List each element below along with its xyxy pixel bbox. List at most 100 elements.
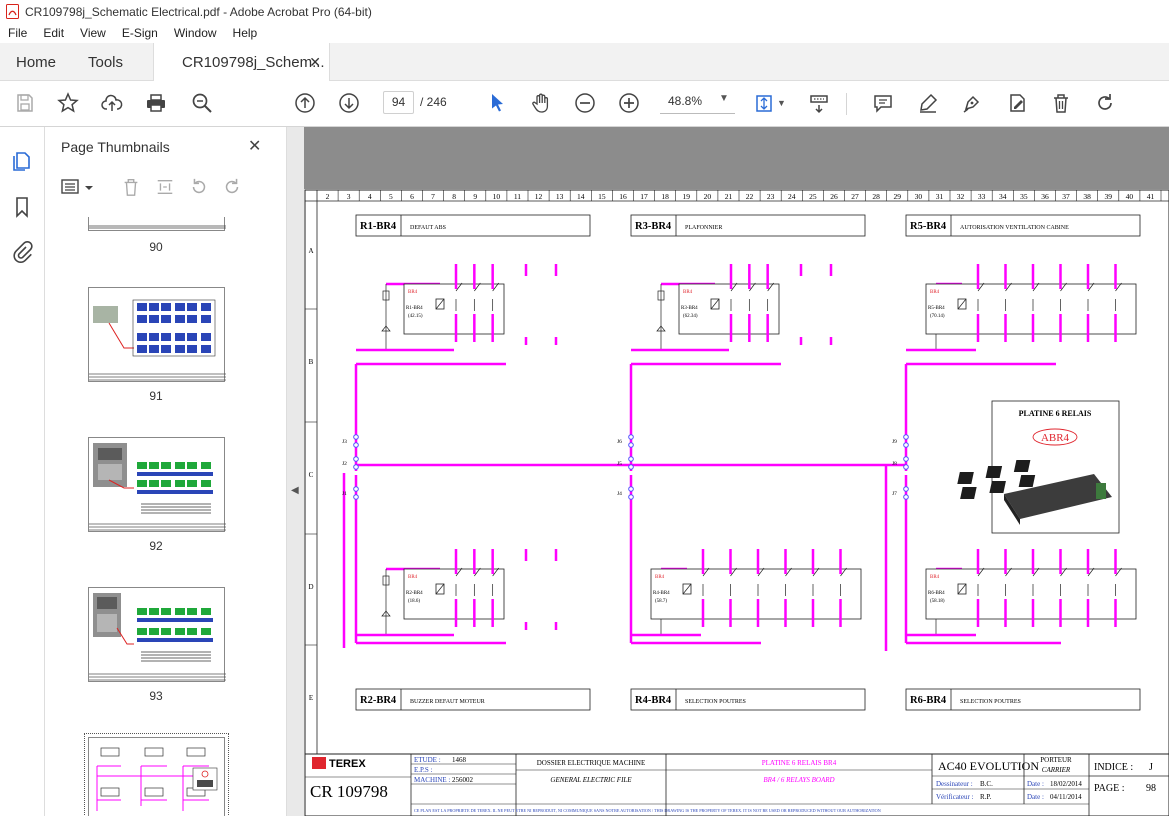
collapse-arrow-icon[interactable]: ◀ [291, 485, 299, 496]
delete-trash-icon[interactable] [1049, 91, 1073, 115]
date-label-1: Date : [1027, 780, 1044, 788]
file-title: GENERAL ELECTRIC FILE [550, 776, 632, 784]
zoom-search-icon[interactable] [190, 91, 214, 115]
fit-dropdown-icon[interactable]: ▼ [777, 98, 786, 108]
column-number: 17 [640, 192, 648, 201]
previous-page-icon[interactable] [293, 91, 317, 115]
thumbnails-panel: Page Thumbnails ✕ 90 91 92 93 [46, 127, 321, 816]
relay-header-r5-br4: R5-BR4 AUTORISATION VENTILATION CABINE [905, 214, 1141, 237]
menu-help[interactable]: Help [233, 26, 258, 40]
machine-label: MACHINE : [414, 776, 450, 784]
relay-block-r2-br4: BR4 R2-BR4 (18.6) [356, 549, 558, 637]
terex-logo: TEREX [329, 758, 366, 770]
machine-value: 256002 [452, 776, 474, 784]
thumb-extract-icon[interactable] [155, 177, 175, 200]
menu-bar: File Edit View E-Sign Window Help [0, 23, 1169, 43]
menu-view[interactable]: View [80, 26, 106, 40]
menu-window[interactable]: Window [174, 26, 217, 40]
coil-value: (42.15) [408, 314, 423, 319]
column-number: 29 [894, 192, 902, 201]
print-icon[interactable] [144, 91, 168, 115]
edit-pdf-icon[interactable] [1005, 91, 1029, 115]
junction-label: J9 [892, 439, 897, 445]
relay-block-r6-br4: BR4 R6-BR4 (58.18) [906, 549, 1137, 637]
porteur-label: PORTEUR [1040, 756, 1072, 764]
thumbnail-options-icon[interactable] [61, 178, 95, 199]
zoom-in-icon[interactable] [617, 91, 641, 115]
highlight-pen-icon[interactable] [916, 91, 940, 115]
column-number: 5 [389, 192, 393, 201]
column-number: 2 [326, 192, 330, 201]
thumb-rotate-cw-icon[interactable] [222, 177, 242, 200]
panel-close-icon[interactable]: ✕ [248, 136, 261, 156]
board-badge: ABR4 [1041, 432, 1070, 444]
indice-label: INDICE : [1094, 762, 1133, 773]
save-icon[interactable] [13, 91, 37, 115]
bookmarks-icon[interactable] [10, 195, 34, 219]
scroll-mode-icon[interactable] [807, 91, 831, 115]
coil-value: (70.14) [930, 314, 945, 319]
menu-esign[interactable]: E-Sign [122, 26, 158, 40]
thumbnail-page-91[interactable] [88, 287, 226, 382]
tab-document[interactable]: CR109798j_Schem... ✕ [153, 43, 330, 82]
column-number: 25 [809, 192, 817, 201]
window-title: CR109798j_Schematic Electrical.pdf - Ado… [25, 4, 372, 19]
relay-id: R1-BR4 [360, 221, 397, 232]
relay-id: R6-BR4 [910, 695, 947, 706]
column-number: 12 [535, 192, 543, 201]
column-number: 40 [1126, 192, 1134, 201]
verificateur-value: R.P. [980, 793, 992, 801]
carrier-label: CARRIER [1042, 766, 1071, 774]
thumbnail-page-92[interactable] [88, 437, 226, 532]
hand-tool-icon[interactable] [529, 91, 553, 115]
toolbar: 94 / 246 48.8% ▼ ▼ [0, 81, 1169, 127]
next-page-icon[interactable] [337, 91, 361, 115]
bookmark-star-icon[interactable] [56, 91, 80, 115]
thumbnail-page-90[interactable] [88, 217, 226, 231]
comment-icon[interactable] [871, 91, 895, 115]
column-number: 30 [915, 192, 923, 201]
relay-block-r1-br4: BR4 R1-BR4 (42.15) [356, 264, 558, 352]
thumbnail-page-93[interactable] [88, 587, 226, 682]
sign-pen-icon[interactable] [960, 91, 984, 115]
row-letter: E [309, 694, 313, 702]
thumbnail-page-94-current[interactable] [84, 733, 229, 816]
thumbnail-label: 91 [149, 389, 163, 403]
menu-edit[interactable]: Edit [43, 26, 64, 40]
toolbar-divider [846, 93, 847, 115]
menu-file[interactable]: File [8, 26, 27, 40]
board-title: BR4 / 6 RELAYS BOARD [763, 776, 834, 784]
dossier-title: DOSSIER ELECTRIQUE MACHINE [537, 759, 646, 767]
document-viewer[interactable]: 2 3 4 5 6 7 8 9 10 11 12 13 14 15 16 17 18 19 20 21 22 23 24 25… [304, 127, 1169, 816]
relay-tag: BR4 [655, 575, 665, 580]
fit-page-icon[interactable] [752, 91, 776, 115]
zoom-dropdown-icon[interactable]: ▼ [719, 93, 729, 104]
tab-tools[interactable]: Tools [88, 43, 123, 81]
tab-home[interactable]: Home [16, 43, 56, 81]
attachments-icon[interactable] [10, 240, 34, 264]
panel-collapse-handle[interactable]: ◀ [286, 127, 304, 816]
relay-block-r5-br4: BR4 R5-BR4 (70.14) [906, 264, 1137, 352]
page-thumbnails-icon[interactable] [10, 148, 34, 172]
indice-value: J [1149, 762, 1153, 773]
column-number: 15 [598, 192, 606, 201]
thumb-rotate-ccw-icon[interactable] [189, 177, 209, 200]
column-number: 26 [830, 192, 838, 201]
page-total: / 246 [420, 95, 447, 109]
relay-description: PLAFONNIER [685, 225, 722, 231]
column-number: 23 [767, 192, 775, 201]
eps-label: E.P.S : [414, 766, 433, 774]
copyright-notice: CE PLAN EST LA PROPRIETE DE TEREX. IL NE… [414, 808, 881, 814]
rotate-icon[interactable] [1093, 91, 1117, 115]
thumb-delete-icon[interactable] [121, 177, 141, 200]
platine-title: PLATINE 6 RELAIS BR4 [762, 759, 837, 767]
select-cursor-icon[interactable] [485, 91, 509, 115]
upload-cloud-icon[interactable] [100, 91, 124, 115]
tab-close-icon[interactable]: ✕ [309, 54, 321, 71]
column-number: 9 [473, 192, 477, 201]
zoom-out-icon[interactable] [573, 91, 597, 115]
relay-header-r6-br4: R6-BR4 SELECTION POUTRES [905, 688, 1141, 711]
acrobat-window: CR109798j_Schematic Electrical.pdf - Ado… [0, 0, 1169, 816]
row-letter: D [308, 583, 313, 591]
page-number-input[interactable]: 94 [383, 91, 414, 114]
